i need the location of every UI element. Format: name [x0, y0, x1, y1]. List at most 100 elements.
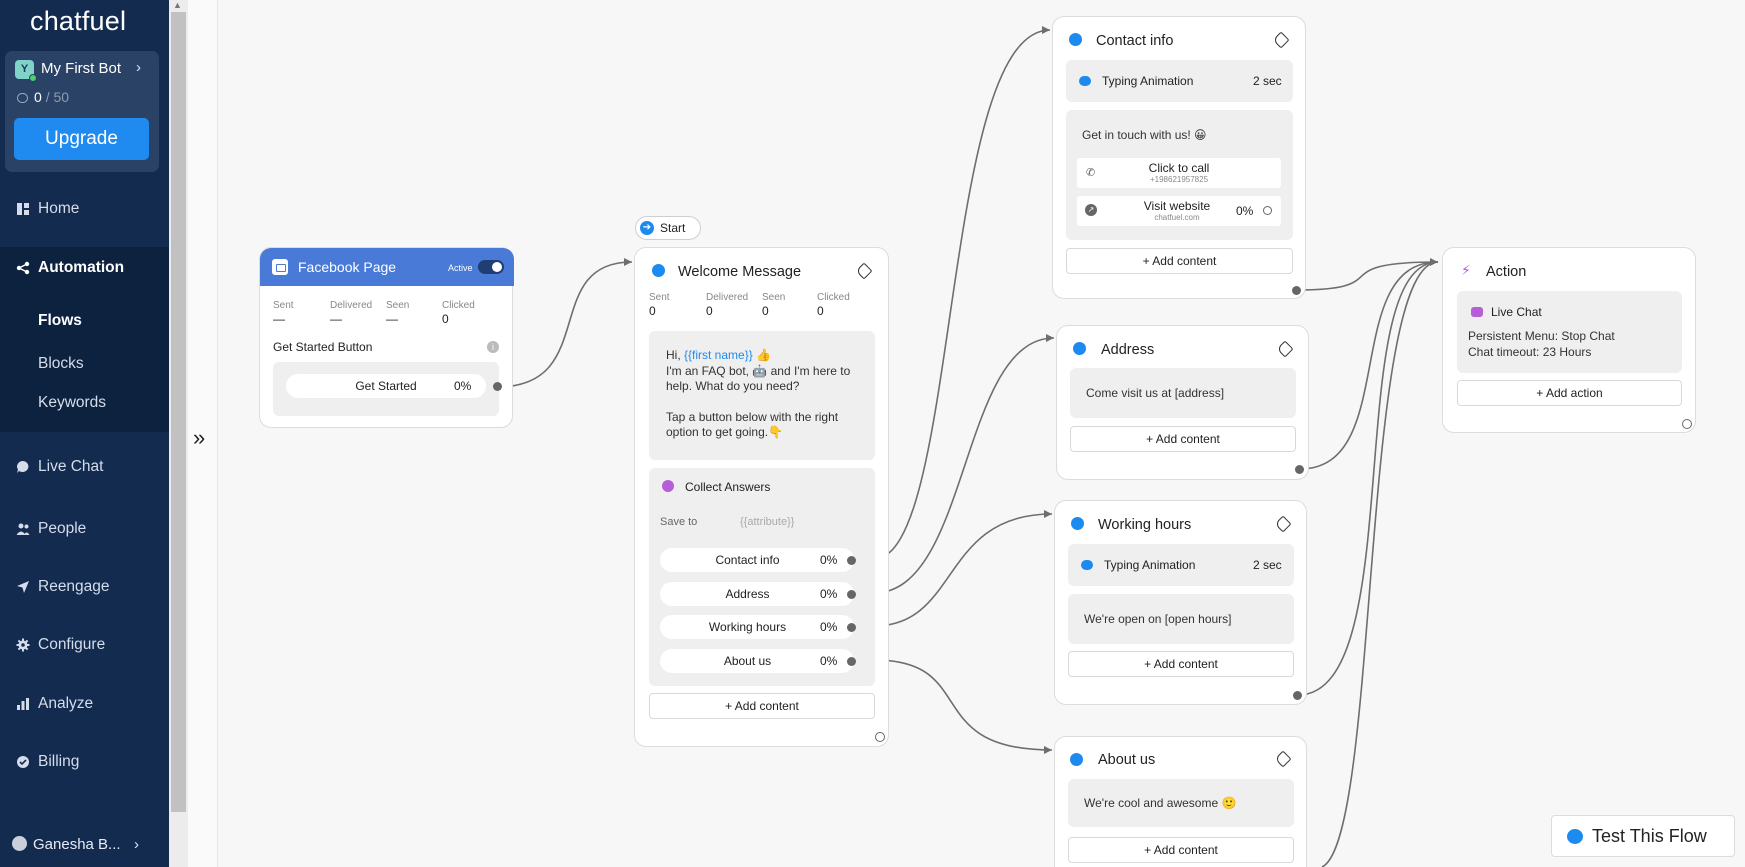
typing-duration: 2 sec	[1253, 74, 1282, 88]
message-block-icon	[652, 264, 665, 277]
quick-reply-about-us[interactable]: About us 0%	[660, 649, 854, 673]
attribute-input[interactable]: {{attribute}}	[740, 516, 794, 528]
contact-info-card[interactable]: Contact info Typing Animation 2 sec Get …	[1052, 16, 1306, 299]
tag-icon[interactable]	[1272, 31, 1290, 49]
stat-sent-value: —	[273, 312, 285, 326]
nav-item-home[interactable]: Home	[0, 189, 169, 229]
message-text: Come visit us at [address]	[1086, 386, 1225, 400]
stat-sent-value: 0	[649, 304, 656, 318]
nav-label: Configure	[38, 636, 106, 653]
nav-item-reengage[interactable]: Reengage	[0, 567, 169, 607]
nav-item-people[interactable]: People	[0, 509, 169, 549]
bar-chart-icon	[17, 698, 29, 710]
contact-text-card[interactable]: Get in touch with us! 😀 ✆ Click to call …	[1066, 110, 1293, 240]
add-content-button[interactable]: + Add content	[1070, 426, 1296, 452]
card-title: Working hours	[1098, 517, 1192, 533]
chat-timeout-setting: Chat timeout: 23 Hours	[1468, 345, 1592, 359]
connector-port[interactable]	[847, 623, 856, 632]
scrollbar-thumb[interactable]	[171, 12, 186, 812]
tag-icon[interactable]	[1276, 340, 1294, 358]
quick-reply-address[interactable]: Address 0%	[660, 582, 854, 606]
collect-answers-block[interactable]: Collect Answers Save to {{attribute}} Co…	[649, 468, 875, 686]
nav-item-billing[interactable]: Billing	[0, 742, 169, 782]
nav-item-live-chat[interactable]: Live Chat	[0, 447, 169, 487]
bot-name[interactable]: My First Bot	[41, 60, 121, 77]
about-text-message[interactable]: We're cool and awesome 🙂	[1068, 779, 1294, 827]
user-account[interactable]: Ganesha B...	[12, 836, 121, 853]
quick-reply-working-hours[interactable]: Working hours 0%	[660, 615, 854, 639]
expand-panel-icon[interactable]: »	[193, 425, 205, 451]
button-label: About us	[723, 654, 772, 668]
connector-port[interactable]	[1263, 206, 1272, 215]
visit-website-button[interactable]: ↗ Visit website chatfuel.com 0%	[1077, 196, 1281, 226]
active-toggle[interactable]	[478, 260, 504, 274]
nav-item-configure[interactable]: Configure	[0, 625, 169, 665]
button-ctr: 0%	[454, 379, 472, 393]
live-chat-action[interactable]: Live Chat Persistent Menu: Stop Chat Cha…	[1457, 291, 1682, 373]
welcome-text-message[interactable]: Hi, {{first name}} 👍 I'm an FAQ bot, 🤖 a…	[649, 331, 875, 460]
persistent-menu-setting: Persistent Menu: Stop Chat	[1468, 329, 1615, 343]
stat-clicked-value: 0	[442, 312, 449, 326]
start-arrow-icon: ➔	[640, 221, 654, 235]
test-this-flow-button[interactable]: Test This Flow	[1551, 815, 1735, 857]
welcome-message-card[interactable]: Welcome Message Sent 0 Delivered 0 Seen …	[634, 247, 889, 747]
add-content-button[interactable]: + Add content	[1068, 651, 1294, 677]
quick-reply-contact-info[interactable]: Contact info 0%	[660, 548, 854, 572]
next-connector-port[interactable]	[1292, 286, 1301, 295]
hours-text-message[interactable]: We're open on [open hours]	[1068, 594, 1294, 644]
chatfuel-logo[interactable]: chatfuel	[30, 6, 126, 37]
click-to-call-button[interactable]: ✆ Click to call +198621957825	[1077, 158, 1281, 188]
bot-avatar[interactable]: Y	[15, 60, 37, 82]
nav-item-automation[interactable]: Automation	[0, 248, 169, 288]
typing-animation-block[interactable]: Typing Animation 2 sec	[1066, 60, 1293, 102]
message-line: Hi, {{first name}} 👍	[666, 348, 771, 364]
nav-subitem-flows[interactable]: Flows	[38, 312, 82, 330]
typing-animation-icon	[1079, 76, 1091, 86]
action-card[interactable]: ⚡ Action Live Chat Persistent Menu: Stop…	[1442, 247, 1696, 433]
nav-label: Automation	[38, 259, 125, 276]
get-started-button[interactable]: Get Started 0%	[286, 374, 486, 398]
tag-icon[interactable]	[1274, 750, 1292, 768]
connector-port[interactable]	[847, 556, 856, 565]
connector-port[interactable]	[493, 382, 502, 391]
about-us-card[interactable]: About us We're cool and awesome 🙂 + Add …	[1054, 736, 1307, 867]
chat-bubble-icon	[17, 461, 29, 473]
nav-label: Analyze	[38, 695, 94, 712]
lightning-bolt-icon: ⚡	[1461, 262, 1471, 278]
user-avatar	[12, 836, 27, 851]
address-text-message[interactable]: Come visit us at [address]	[1070, 368, 1296, 418]
next-connector-port[interactable]	[875, 732, 885, 742]
scroll-up-arrow-icon[interactable]: ▲	[173, 0, 182, 10]
nav-subitem-keywords[interactable]: Keywords	[38, 394, 106, 412]
next-connector-port[interactable]	[1682, 419, 1692, 429]
typing-animation-block[interactable]: Typing Animation 2 sec	[1068, 544, 1294, 586]
tag-icon[interactable]	[1274, 515, 1292, 533]
button-ctr: 0%	[820, 587, 838, 601]
button-label: Contact info	[715, 553, 780, 567]
nav-label: Home	[38, 200, 80, 217]
next-connector-port[interactable]	[1293, 691, 1302, 700]
working-hours-card[interactable]: Working hours Typing Animation 2 sec We'…	[1054, 500, 1307, 705]
add-content-button[interactable]: + Add content	[649, 693, 875, 719]
stat-clicked-label: Clicked	[817, 292, 850, 303]
message-text: Get in touch with us! 😀	[1082, 128, 1207, 142]
tag-icon[interactable]	[855, 262, 873, 280]
connector-port[interactable]	[847, 657, 856, 666]
next-connector-port[interactable]	[1295, 465, 1304, 474]
people-icon	[16, 523, 30, 535]
add-action-button[interactable]: + Add action	[1457, 380, 1682, 406]
nav-item-analyze[interactable]: Analyze	[0, 684, 169, 724]
add-content-button[interactable]: + Add content	[1066, 248, 1293, 274]
nav-subitem-blocks[interactable]: Blocks	[38, 355, 84, 373]
info-icon[interactable]: i	[487, 341, 499, 353]
upgrade-button[interactable]: Upgrade	[14, 118, 149, 160]
address-card[interactable]: Address Come visit us at [address] + Add…	[1056, 325, 1309, 480]
stat-delivered-label: Delivered	[706, 292, 749, 303]
facebook-page-card[interactable]: Facebook Page Active Sent — Delivered — …	[259, 247, 514, 428]
chevron-right-icon[interactable]: ›	[134, 836, 139, 853]
thumbs-up-emoji: 👍	[756, 348, 772, 362]
typing-duration: 2 sec	[1253, 558, 1282, 572]
connector-port[interactable]	[847, 590, 856, 599]
chevron-right-icon[interactable]: ›	[136, 59, 141, 76]
add-content-button[interactable]: + Add content	[1068, 837, 1294, 863]
